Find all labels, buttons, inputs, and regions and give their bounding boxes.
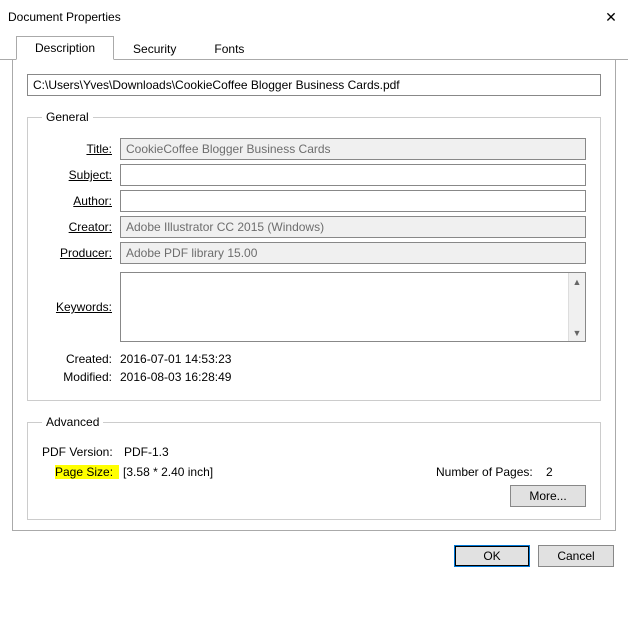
label-num-pages: Number of Pages:: [436, 465, 546, 479]
file-path-field[interactable]: [27, 74, 601, 96]
label-page-size: Page Size:: [55, 465, 119, 479]
close-icon[interactable]: ✕: [602, 8, 620, 26]
label-pdf-version: PDF Version:: [42, 445, 124, 459]
subject-field[interactable]: [120, 164, 586, 186]
title-field[interactable]: [120, 138, 586, 160]
scroll-up-icon[interactable]: ▲: [569, 273, 585, 290]
value-modified: 2016-08-03 16:28:49: [120, 370, 586, 384]
tabstrip: Description Security Fonts: [0, 28, 628, 60]
tab-security[interactable]: Security: [114, 37, 195, 60]
tab-fonts[interactable]: Fonts: [195, 37, 263, 60]
tab-panel-description: General Title: Subject: Author: Creator:…: [12, 60, 616, 531]
keywords-field[interactable]: [120, 272, 586, 342]
label-created: Created:: [42, 352, 120, 366]
tab-description[interactable]: Description: [16, 36, 114, 60]
cancel-button[interactable]: Cancel: [538, 545, 614, 567]
group-advanced-legend: Advanced: [42, 415, 103, 429]
ok-button[interactable]: OK: [454, 545, 530, 567]
label-modified: Modified:: [42, 370, 120, 384]
scroll-down-icon[interactable]: ▼: [569, 324, 585, 341]
creator-field[interactable]: [120, 216, 586, 238]
label-author: Author:: [42, 194, 120, 208]
label-subject: Subject:: [42, 168, 120, 182]
producer-field[interactable]: [120, 242, 586, 264]
author-field[interactable]: [120, 190, 586, 212]
value-pdf-version: PDF-1.3: [124, 445, 169, 459]
value-page-size: [3.58 * 2.40 inch]: [123, 465, 213, 479]
window-title: Document Properties: [8, 10, 121, 24]
keywords-scrollbar[interactable]: ▲ ▼: [568, 273, 585, 341]
group-general-legend: General: [42, 110, 93, 124]
label-creator: Creator:: [42, 220, 120, 234]
value-num-pages: 2: [546, 465, 586, 479]
label-title: Title:: [42, 142, 120, 156]
group-advanced: Advanced PDF Version: PDF-1.3 Page Size:…: [27, 415, 601, 520]
label-producer: Producer:: [42, 246, 120, 260]
more-button[interactable]: More...: [510, 485, 586, 507]
value-created: 2016-07-01 14:53:23: [120, 352, 586, 366]
label-keywords: Keywords:: [42, 300, 120, 314]
group-general: General Title: Subject: Author: Creator:…: [27, 110, 601, 401]
